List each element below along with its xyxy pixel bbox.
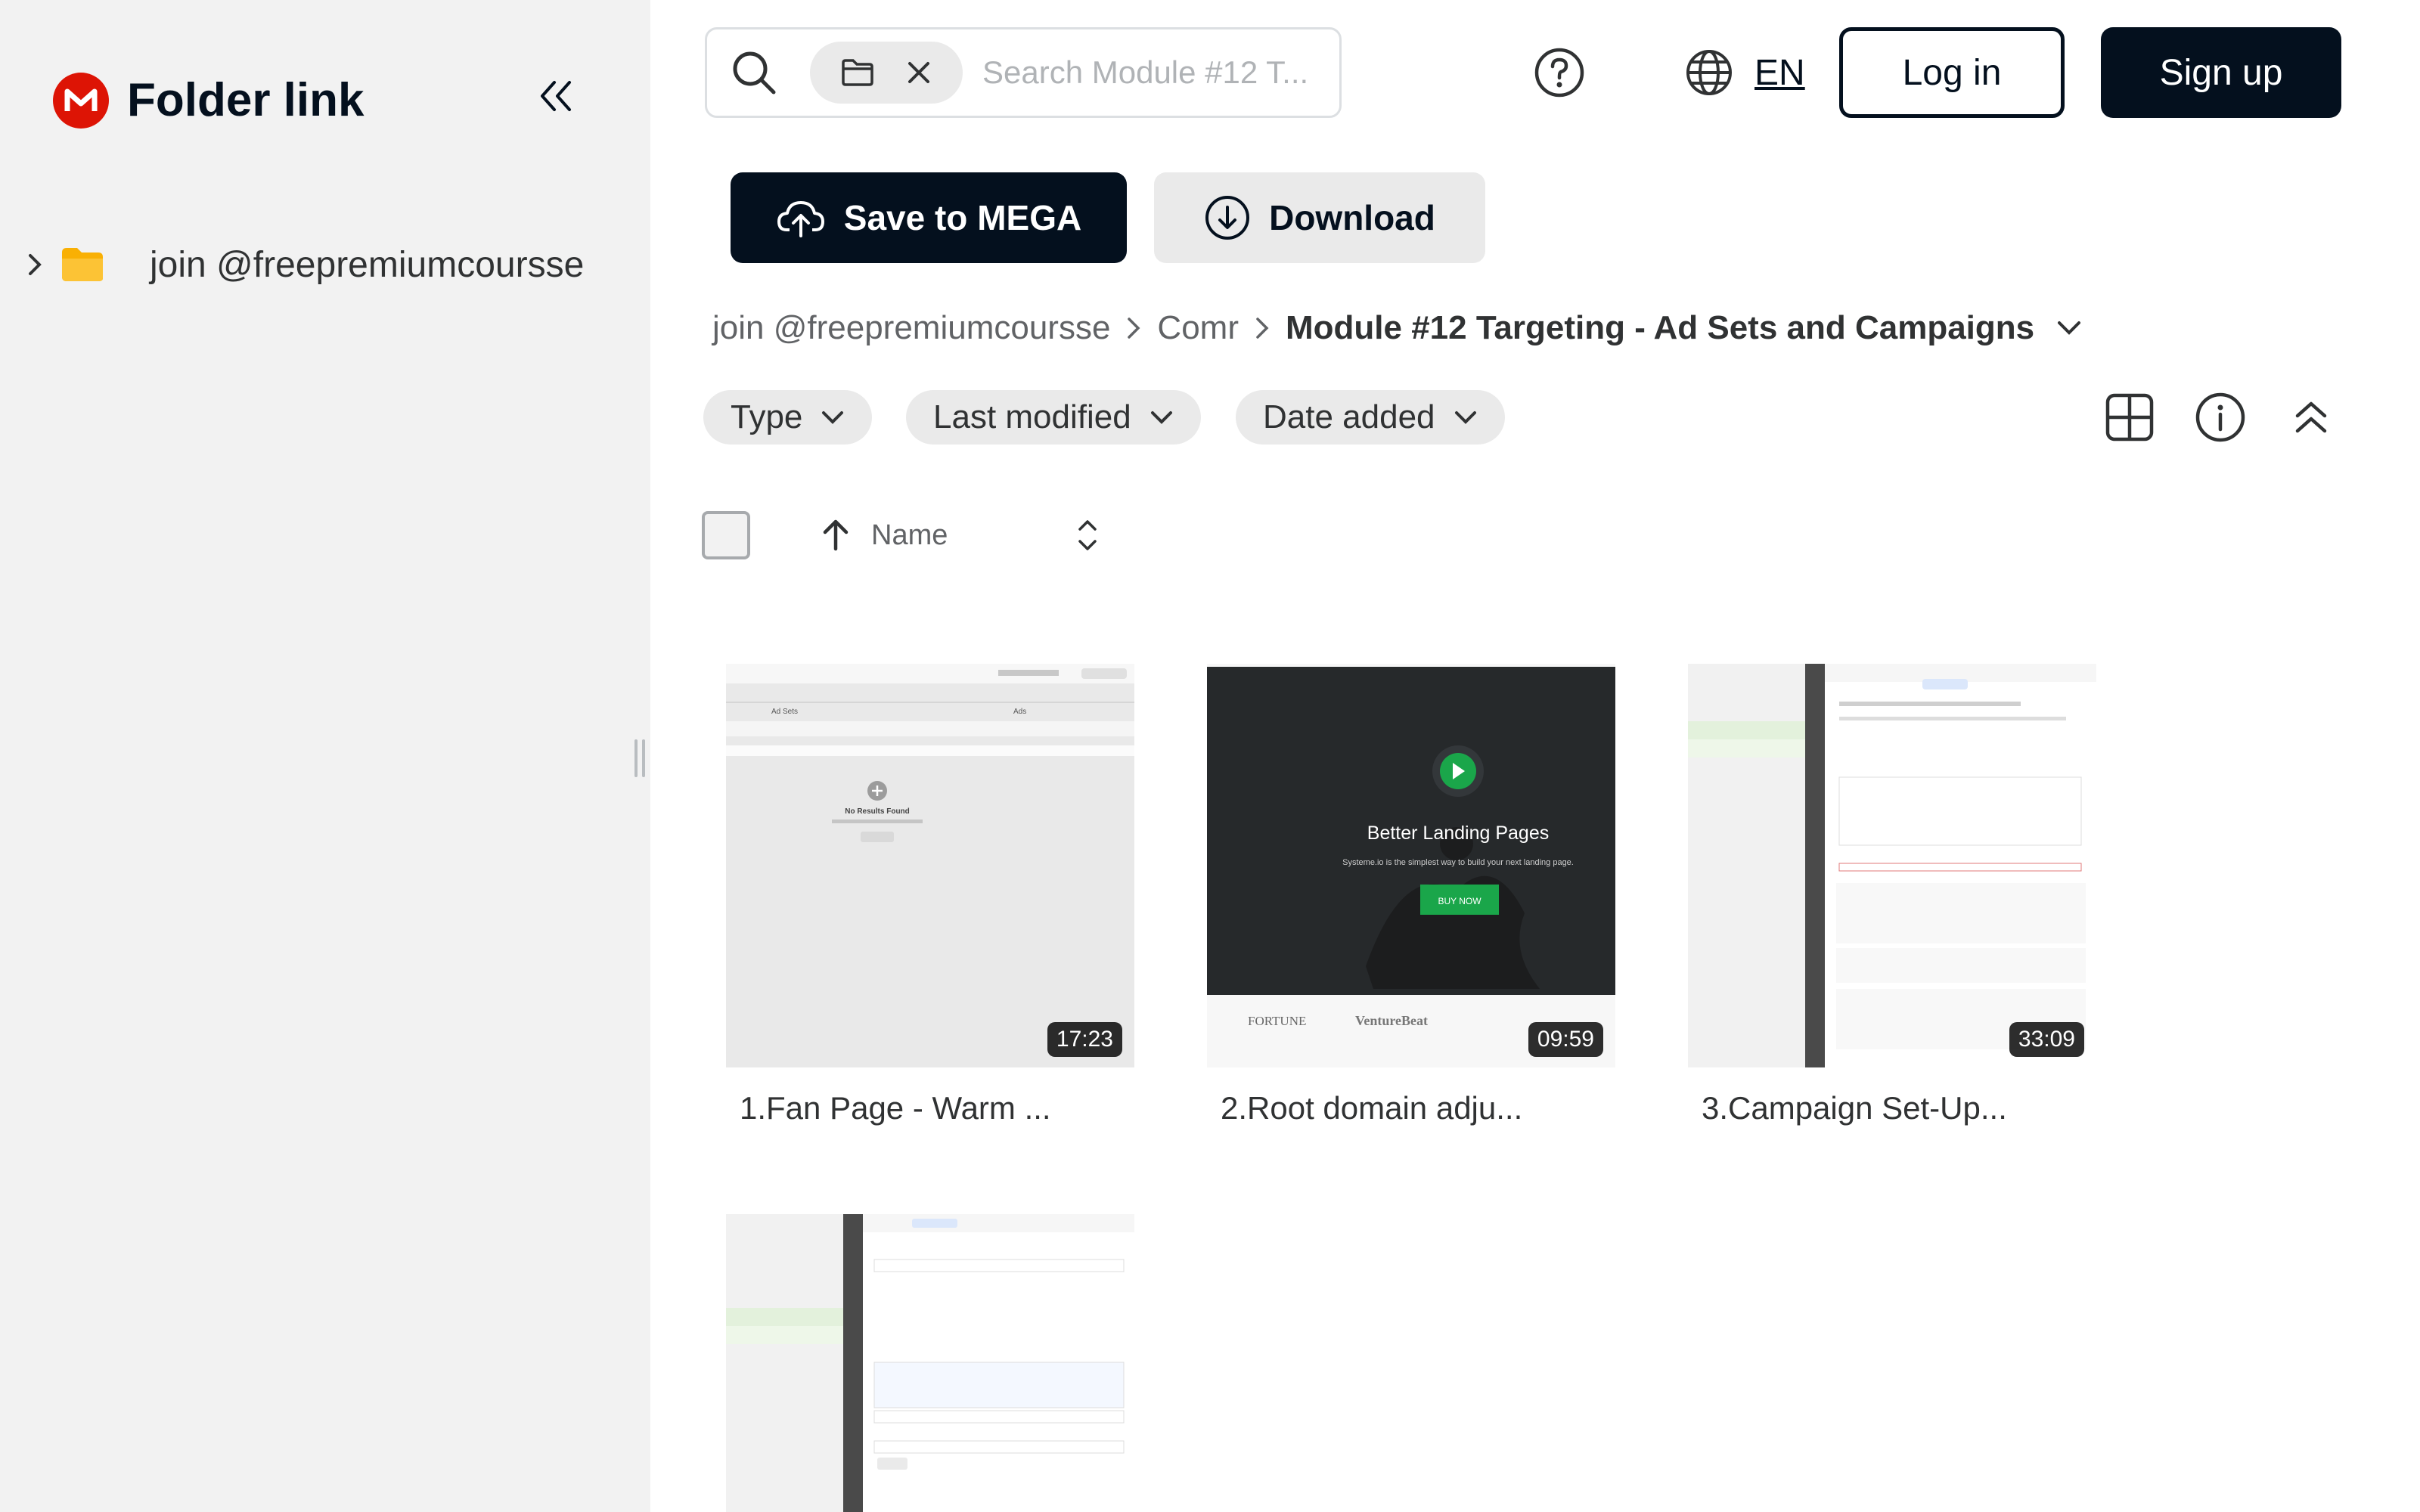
login-button[interactable]: Log in xyxy=(1839,27,2065,118)
video-thumbnail: 33:09 xyxy=(1688,664,2096,1067)
chevron-down-icon xyxy=(822,411,844,424)
mega-logo-icon[interactable] xyxy=(53,73,109,129)
file-card[interactable]: 33:09 3.Campaign Set-Up... xyxy=(1688,664,2096,1126)
filter-last-modified[interactable]: Last modified xyxy=(906,390,1201,445)
search-scope-chip[interactable] xyxy=(810,42,963,104)
thumb-text-landing-btn: BUY NOW xyxy=(1438,896,1481,906)
thumb-text-logo2: VentureBeat xyxy=(1355,1013,1428,1028)
search-bar[interactable] xyxy=(705,27,1342,118)
download-label: Download xyxy=(1269,198,1435,237)
thumb-text-landing-sub: Systeme.io is the simplest way to build … xyxy=(1342,858,1574,867)
sidebar: Folder link join @freepremiumcoursse xyxy=(0,0,650,1512)
chevron-right-icon xyxy=(1127,317,1140,339)
chevron-down-icon xyxy=(1454,411,1476,424)
signup-button[interactable]: Sign up xyxy=(2101,27,2341,118)
thumbnail-image: Ad Sets Ads No Results Found xyxy=(726,664,1134,1067)
video-thumbnail xyxy=(726,1214,1134,1512)
download-button[interactable]: Download xyxy=(1154,172,1485,263)
download-icon xyxy=(1205,196,1250,240)
help-button[interactable] xyxy=(1529,42,1590,103)
filter-date-added-label: Date added xyxy=(1263,398,1435,435)
filter-type[interactable]: Type xyxy=(703,390,873,445)
filter-date-added[interactable]: Date added xyxy=(1236,390,1505,445)
info-button[interactable] xyxy=(2190,387,2251,448)
thumb-text-ad-sets: Ad Sets xyxy=(771,708,798,716)
video-thumbnail: Ad Sets Ads No Results Found 17:23 xyxy=(726,664,1134,1067)
arrow-up-icon xyxy=(823,519,849,551)
video-thumbnail: Better Landing Pages Systeme.io is the s… xyxy=(1207,664,1615,1067)
tree-item-label: join @freepremiumcoursse xyxy=(150,244,585,285)
column-name-label: Name xyxy=(871,519,948,551)
duration-badge: 17:23 xyxy=(1047,1022,1122,1057)
breadcrumb-current: Module #12 Targeting - Ad Sets and Campa… xyxy=(1285,309,2035,346)
thumb-text-logo1: FORTUNE xyxy=(1248,1014,1306,1028)
grid-view-button[interactable] xyxy=(2099,387,2160,448)
thumbnail-image xyxy=(726,1214,1134,1512)
chevron-down-icon xyxy=(1150,411,1172,424)
file-card[interactable]: Ad Sets Ads No Results Found 17:23 1.Fan… xyxy=(726,664,1134,1126)
breadcrumb-root[interactable]: join @freepremiumcoursse xyxy=(712,309,1110,347)
breadcrumb-middle[interactable]: Comr xyxy=(1157,309,1239,347)
language-selector[interactable]: EN xyxy=(1685,42,1805,103)
select-all-checkbox[interactable] xyxy=(702,511,750,559)
breadcrumb: join @freepremiumcoursse Comr Module #12… xyxy=(712,299,2081,357)
sort-icon xyxy=(1078,520,1097,550)
thumbnail-image: Better Landing Pages Systeme.io is the s… xyxy=(1207,664,1615,1067)
thumb-text-no-results: No Results Found xyxy=(845,807,910,816)
file-name: 3.Campaign Set-Up... xyxy=(1702,1090,2007,1126)
file-card[interactable]: Better Landing Pages Systeme.io is the s… xyxy=(1207,664,1615,1126)
close-icon[interactable] xyxy=(906,60,932,85)
cloud-upload-icon xyxy=(777,201,824,237)
sort-toggle-button[interactable] xyxy=(1069,513,1106,558)
collapse-header-button[interactable] xyxy=(2281,387,2341,448)
globe-icon xyxy=(1686,50,1732,95)
language-label: EN xyxy=(1754,52,1805,93)
help-icon xyxy=(1534,48,1584,98)
file-name: 2.Root domain adju... xyxy=(1221,1090,1523,1126)
thumbnail-image xyxy=(1688,664,2096,1067)
double-chevron-up-icon xyxy=(2295,401,2327,433)
filter-last-modified-label: Last modified xyxy=(933,398,1131,435)
thumb-text-landing-title: Better Landing Pages xyxy=(1367,823,1549,844)
sort-ascending-button[interactable] xyxy=(817,516,855,554)
sidebar-title: Folder link xyxy=(127,74,365,126)
file-card[interactable] xyxy=(726,1214,1134,1512)
save-to-mega-label: Save to MEGA xyxy=(843,198,1082,237)
folder-icon xyxy=(62,248,103,281)
collapse-sidebar-button[interactable] xyxy=(529,70,582,122)
grid-view-icon xyxy=(2105,393,2154,442)
folder-outline-icon xyxy=(842,59,873,86)
file-name: 1.Fan Page - Warm ... xyxy=(740,1090,1051,1126)
save-to-mega-button[interactable]: Save to MEGA xyxy=(731,172,1127,263)
tree-item-root-folder[interactable]: join @freepremiumcoursse xyxy=(23,234,628,295)
chevron-right-icon xyxy=(1255,317,1269,339)
chevron-right-icon[interactable] xyxy=(23,249,47,280)
filter-type-label: Type xyxy=(731,398,803,435)
chevron-down-icon[interactable] xyxy=(2057,321,2081,336)
thumb-text-ads: Ads xyxy=(1013,708,1026,716)
list-header: Name xyxy=(702,508,1106,562)
info-icon xyxy=(2195,392,2245,442)
search-input[interactable] xyxy=(982,54,1330,91)
search-icon xyxy=(733,51,776,94)
double-chevron-left-icon xyxy=(541,81,571,111)
duration-badge: 09:59 xyxy=(1528,1022,1603,1057)
duration-badge: 33:09 xyxy=(2009,1022,2084,1057)
sidebar-resize-handle[interactable] xyxy=(632,739,647,777)
